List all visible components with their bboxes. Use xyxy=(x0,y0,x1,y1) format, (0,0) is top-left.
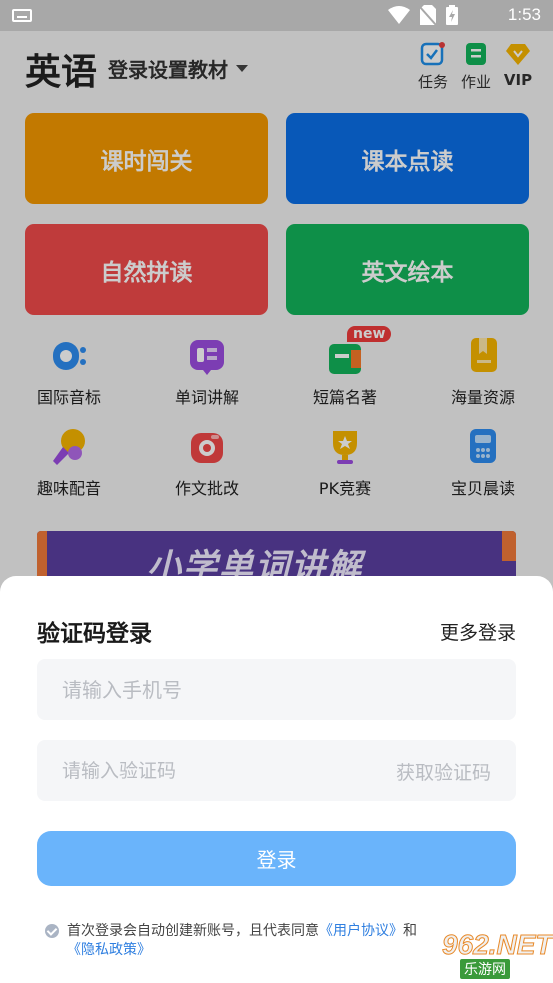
textbook-select-label: 登录设置教材 xyxy=(108,58,228,82)
phone-field xyxy=(37,659,516,720)
privacy-policy-link[interactable]: 《隐私政策》 xyxy=(67,942,151,958)
task-button[interactable]: 任务 xyxy=(412,41,454,92)
picture-book-button[interactable]: 英文绘本 xyxy=(286,224,529,315)
wifi-icon xyxy=(388,6,410,24)
code-field: 获取验证码 xyxy=(37,740,516,801)
agreement-checkbox[interactable] xyxy=(45,924,59,938)
homework-icon xyxy=(463,41,489,67)
grid-item-label: 单词讲解 xyxy=(174,388,239,407)
login-title: 验证码登录 xyxy=(37,621,152,647)
more-login-link[interactable]: 更多登录 xyxy=(440,618,516,645)
task-label: 任务 xyxy=(417,73,448,91)
book-icon xyxy=(325,336,365,376)
homework-button[interactable]: 作业 xyxy=(455,41,497,92)
microphone-icon xyxy=(49,427,89,467)
reader-icon xyxy=(463,427,503,467)
watermark-number: 962.NET xyxy=(442,929,553,961)
textbook-reading-button[interactable]: 课本点读 xyxy=(286,113,529,204)
code-input[interactable] xyxy=(37,740,337,801)
vip-label: VIP xyxy=(503,71,533,89)
grid-item-essay-correction[interactable]: 作文批改 xyxy=(157,427,257,499)
user-agreement-link[interactable]: 《用户协议》 xyxy=(319,923,403,939)
grid-item-pk-contest[interactable]: PK竞赛 xyxy=(295,427,395,499)
homework-label: 作业 xyxy=(460,73,491,91)
vip-button[interactable]: VIP xyxy=(497,41,539,89)
banner-accent xyxy=(502,531,516,561)
grid-item-label: 海量资源 xyxy=(450,388,515,407)
login-button[interactable]: 登录 xyxy=(37,831,516,886)
trophy-icon xyxy=(325,427,365,467)
camera-icon xyxy=(187,427,227,467)
phone-input[interactable] xyxy=(37,659,337,720)
keyboard-icon xyxy=(12,9,32,22)
phonics-button[interactable]: 自然拼读 xyxy=(25,224,268,315)
status-time: 1:53 xyxy=(507,5,541,24)
grid-item-word-explain[interactable]: 单词讲解 xyxy=(157,336,257,408)
grid-item-short-classics[interactable]: new 短篇名著 xyxy=(295,326,395,408)
grid-item-label: PK竞赛 xyxy=(318,479,372,498)
textbook-select[interactable]: 登录设置教材 xyxy=(108,54,248,83)
battery-icon xyxy=(446,5,458,25)
grid-item-resources[interactable]: 海量资源 xyxy=(433,336,533,408)
task-check-icon xyxy=(420,41,446,67)
resource-icon xyxy=(463,336,503,376)
phonetic-icon xyxy=(49,336,89,376)
get-code-button[interactable]: 获取验证码 xyxy=(396,758,491,785)
page-title: 英语 xyxy=(25,52,98,93)
grid-item-phonetic[interactable]: 国际音标 xyxy=(19,336,119,408)
no-sim-icon xyxy=(420,5,436,25)
new-badge: new xyxy=(347,326,392,342)
grid-item-label: 作文批改 xyxy=(174,479,239,498)
site-watermark: 962.NET 乐游网 xyxy=(402,929,553,979)
word-card-icon xyxy=(187,336,227,376)
caret-down-icon xyxy=(236,65,248,72)
grid-item-label: 国际音标 xyxy=(36,388,101,407)
login-sheet: 验证码登录 更多登录 获取验证码 登录 首次登录会自动创建新账号，且代表同意《用… xyxy=(0,576,553,983)
system-icons xyxy=(388,5,458,25)
diamond-icon xyxy=(505,41,531,67)
watermark-sub: 乐游网 xyxy=(460,959,510,979)
grid-item-label: 趣味配音 xyxy=(36,479,101,498)
status-bar: 1:53 xyxy=(0,0,553,31)
grid-item-label: 短篇名著 xyxy=(312,388,377,407)
agreement-prefix: 首次登录会自动创建新账号，且代表同意 xyxy=(67,923,319,939)
header: 英语 登录设置教材 任务 作业 VIP xyxy=(0,31,553,111)
grid-item-dubbing[interactable]: 趣味配音 xyxy=(19,427,119,499)
grid-item-morning-reading[interactable]: 宝贝晨读 xyxy=(433,427,533,499)
lesson-challenge-button[interactable]: 课时闯关 xyxy=(25,113,268,204)
grid-item-label: 宝贝晨读 xyxy=(450,479,515,498)
